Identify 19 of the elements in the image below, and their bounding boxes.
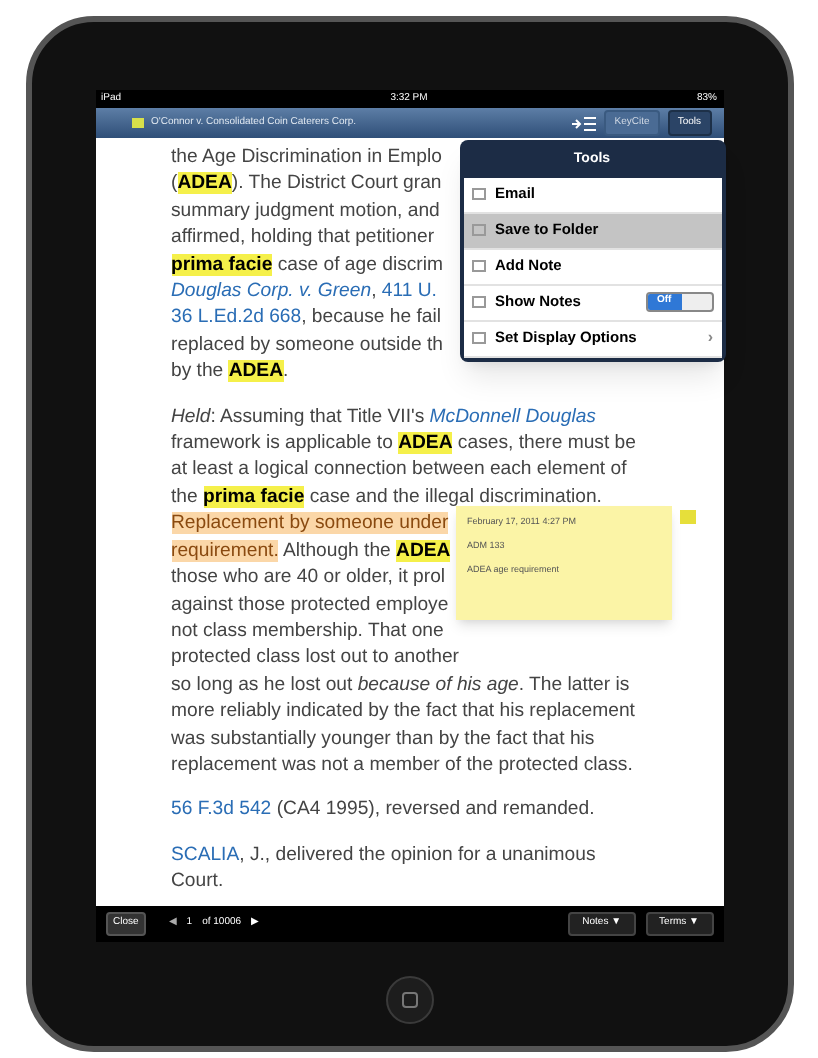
citation-link[interactable]: 36 L.Ed.2d 668	[171, 306, 302, 329]
menu-item-icon	[471, 332, 485, 344]
menu-item-icon	[471, 260, 485, 272]
citation-link[interactable]: SCALIA	[171, 843, 240, 866]
list-icon[interactable]	[572, 115, 597, 131]
citation-link[interactable]: 56 F.3d 542	[171, 798, 272, 821]
citation-link[interactable]: 411 U.	[381, 280, 437, 303]
paragraph-text: SCALIA, J., delivered the opinion for a unanimous Court.	[171, 841, 598, 896]
menu-item-icon	[471, 296, 485, 308]
menu-item-icon	[471, 188, 485, 200]
chevron-icon: ›	[707, 326, 713, 350]
citation-link[interactable]: Douglas Corp. v. Green	[171, 280, 372, 303]
square-icon	[401, 992, 417, 1008]
note-marker-icon[interactable]	[679, 510, 695, 524]
citation-link[interactable]: McDonnell Douglas	[429, 405, 596, 428]
paragraph-text: 56 F.3d 542 (CA4 1995), reversed and remanded.	[171, 796, 597, 824]
document-icon	[131, 118, 143, 128]
home-button[interactable]	[385, 976, 433, 1024]
menu-item-icon	[471, 224, 485, 236]
